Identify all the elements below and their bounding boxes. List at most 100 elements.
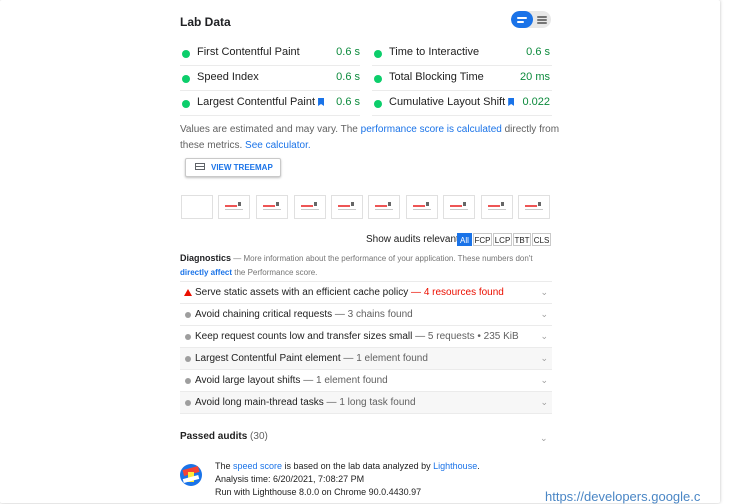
audit-row[interactable]: Avoid large layout shifts — 1 element fo… (180, 369, 552, 392)
chevron-down-icon[interactable]: ⌄ (540, 375, 548, 386)
metric-first-contentful-paint: First Contentful Paint 0.6 s (182, 44, 360, 66)
metric-time-to-interactive: Time to Interactive 0.6 s (374, 44, 550, 66)
audit-row[interactable]: Largest Contentful Paint element — 1 ele… (180, 347, 552, 370)
pass-status-icon (182, 100, 190, 108)
pass-status-icon (374, 50, 382, 58)
speed-score-link[interactable]: speed score (233, 461, 282, 471)
lighthouse-link[interactable]: Lighthouse (433, 461, 477, 471)
audit-title-text: Keep request counts low and transfer siz… (195, 331, 413, 342)
metric-label: First Contentful Paint (197, 46, 300, 58)
lighthouse-logo-icon (180, 464, 202, 486)
divider (180, 115, 360, 116)
audit-title-text: Largest Contentful Paint element (195, 353, 341, 364)
divider (180, 90, 360, 91)
info-dot-icon (185, 400, 191, 406)
audit-display-value: — 1 long task found (323, 397, 416, 408)
metric-value: 0.6 s (526, 46, 550, 58)
pass-status-icon (182, 75, 190, 83)
toggle-expanded-icon[interactable] (511, 11, 533, 28)
filter-chip-tbt[interactable]: TBT (513, 233, 531, 246)
metric-total-blocking-time: Total Blocking Time 20 ms (374, 69, 550, 91)
metric-view-toggle[interactable] (511, 11, 551, 28)
filmstrip-frame (406, 195, 438, 219)
filmstrip-frame (368, 195, 400, 219)
audit-title: Keep request counts low and transfer siz… (195, 331, 519, 342)
score-calculated-link[interactable]: performance score is calculated (361, 124, 502, 135)
diagnostics-header: Diagnostics — More information about the… (180, 251, 560, 280)
filter-chip-cls[interactable]: CLS (532, 233, 551, 246)
metric-largest-contentful-paint: Largest Contentful Paint 0.6 s (182, 94, 360, 116)
filter-chip-lcp[interactable]: LCP (493, 233, 512, 246)
metric-value: 0.6 s (336, 71, 360, 83)
audit-row[interactable]: Avoid chaining critical requests — 3 cha… (180, 303, 552, 326)
lighthouse-version: Run with Lighthouse 8.0.0 on Chrome 90.0… (215, 487, 422, 497)
fail-triangle-icon (184, 289, 192, 296)
footer-text: The (215, 461, 234, 471)
pass-status-icon (182, 50, 190, 58)
audit-title: Largest Contentful Paint element — 1 ele… (195, 353, 428, 364)
metric-label-text: Cumulative Layout Shift (389, 96, 506, 108)
filmstrip-frame (331, 195, 363, 219)
pass-status-icon (374, 75, 382, 83)
lab-data-title: Lab Data (180, 15, 231, 29)
audit-title: Serve static assets with an efficient ca… (195, 287, 504, 298)
metric-label: Time to Interactive (389, 46, 480, 58)
filmstrip-frame (218, 195, 250, 219)
filmstrip-frame (481, 195, 513, 219)
audit-title-text: Avoid chaining critical requests (195, 309, 333, 320)
see-calculator-link[interactable]: See calculator. (245, 140, 311, 151)
info-dot-icon (185, 378, 191, 384)
audit-display-value: — 3 chains found (332, 309, 413, 320)
audit-row[interactable]: Avoid long main-thread tasks — 1 long ta… (180, 391, 552, 414)
diagnostics-desc: — More information about the performance… (231, 254, 533, 263)
footer-text: . (477, 461, 480, 471)
audit-display-value: — 1 element found (300, 375, 388, 386)
metric-cumulative-layout-shift: Cumulative Layout Shift 0.022 (374, 94, 550, 116)
audit-row[interactable]: Keep request counts low and transfer siz… (180, 325, 552, 348)
metric-label-text: Largest Contentful Paint (197, 96, 316, 108)
chevron-down-icon[interactable]: ⌄ (540, 309, 548, 320)
divider (180, 65, 360, 66)
divider (372, 90, 552, 91)
bookmark-icon (318, 98, 325, 106)
chevron-down-icon[interactable]: ⌄ (540, 433, 548, 444)
info-dot-icon (185, 312, 191, 318)
audit-title-text: Serve static assets with an efficient ca… (195, 287, 409, 298)
chevron-down-icon[interactable]: ⌄ (540, 397, 548, 408)
divider (180, 413, 552, 414)
metric-label: Cumulative Layout Shift (389, 96, 515, 108)
audit-title-text: Avoid large layout shifts (195, 375, 301, 386)
chevron-down-icon[interactable]: ⌄ (540, 331, 548, 342)
passed-audits-toggle[interactable]: Passed audits (30) (180, 431, 268, 442)
metric-label: Largest Contentful Paint (197, 96, 325, 108)
metric-value: 0.022 (522, 96, 550, 108)
pass-status-icon (374, 100, 382, 108)
directly-affect-link[interactable]: directly affect (180, 268, 232, 277)
audit-display-value: — 1 element found (340, 353, 428, 364)
audit-title: Avoid large layout shifts — 1 element fo… (195, 375, 388, 386)
chevron-down-icon[interactable]: ⌄ (540, 353, 548, 364)
view-treemap-button[interactable]: VIEW TREEMAP (185, 158, 281, 177)
info-dot-icon (185, 334, 191, 340)
metric-speed-index: Speed Index 0.6 s (182, 69, 360, 91)
metric-label: Speed Index (197, 71, 259, 83)
filter-chip-fcp[interactable]: FCP (473, 233, 492, 246)
metric-value: 0.6 s (336, 96, 360, 108)
footer-line: The speed score is based on the lab data… (215, 461, 480, 471)
metric-value: 20 ms (520, 71, 550, 83)
diagnostics-desc: the Performance score. (232, 268, 318, 277)
audit-row[interactable]: Serve static assets with an efficient ca… (180, 281, 552, 304)
chevron-down-icon[interactable]: ⌄ (540, 287, 548, 298)
metrics-note: Values are estimated and may vary. The p… (180, 122, 560, 154)
filmstrip-frame (443, 195, 475, 219)
passed-audits-label: Passed audits (180, 431, 248, 442)
analysis-time: Analysis time: 6/20/2021, 7:08:27 PM (215, 474, 365, 484)
filmstrip-frame (256, 195, 288, 219)
passed-audits-count: (30) (250, 431, 268, 442)
audit-display-value: — 4 resources found (408, 287, 504, 298)
treemap-icon (195, 163, 205, 170)
divider (372, 115, 552, 116)
bookmark-icon (508, 98, 515, 106)
filter-chip-all[interactable]: All (457, 233, 472, 246)
divider (372, 65, 552, 66)
